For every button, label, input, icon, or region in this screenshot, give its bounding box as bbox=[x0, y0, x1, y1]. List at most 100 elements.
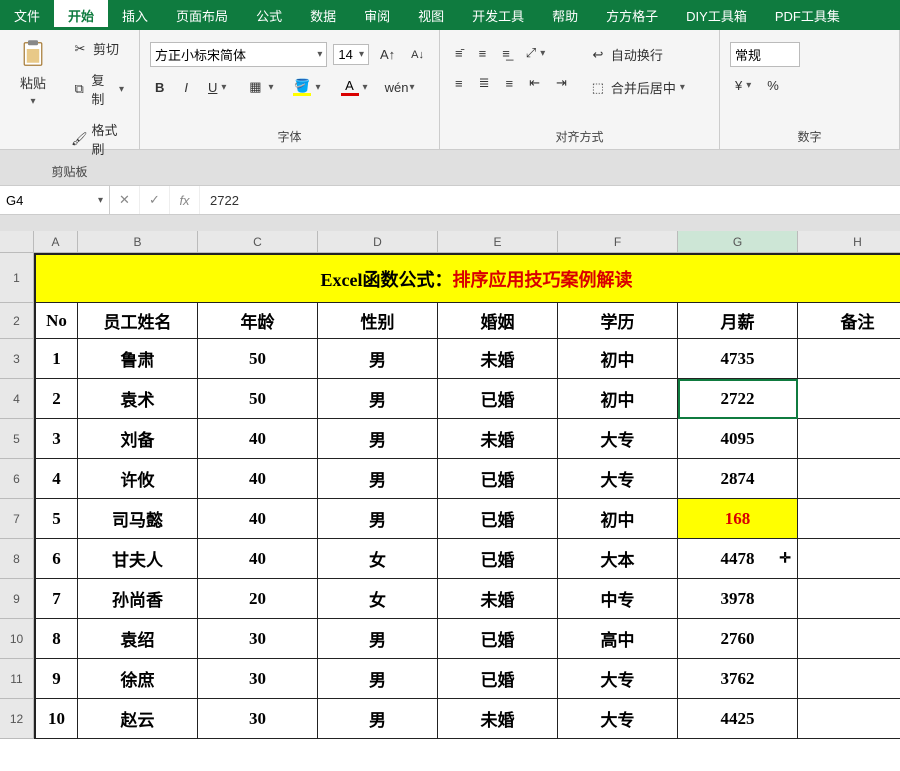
data-cell[interactable] bbox=[798, 339, 900, 379]
data-cell[interactable] bbox=[798, 619, 900, 659]
row-header[interactable]: 6 bbox=[0, 459, 34, 499]
data-cell[interactable] bbox=[798, 539, 900, 579]
row-header[interactable]: 12 bbox=[0, 699, 34, 739]
header-cell[interactable]: 年龄 bbox=[198, 303, 318, 339]
data-cell[interactable]: 孙尚香 bbox=[78, 579, 198, 619]
data-cell[interactable]: 男 bbox=[318, 459, 438, 499]
data-cell[interactable]: 8 bbox=[34, 619, 78, 659]
data-cell[interactable]: 大本 bbox=[558, 539, 678, 579]
paste-button[interactable]: 粘贴 ▾ bbox=[10, 36, 56, 108]
data-cell[interactable]: 徐庶 bbox=[78, 659, 198, 699]
header-cell[interactable]: 性别 bbox=[318, 303, 438, 339]
data-cell[interactable]: 30 bbox=[198, 659, 318, 699]
merge-center-button[interactable]: ⬚ 合并后居中 ▾ bbox=[584, 75, 690, 100]
align-right-button[interactable]: ≡ bbox=[501, 73, 519, 94]
confirm-button[interactable]: ✓ bbox=[140, 186, 170, 214]
row-header[interactable]: 5 bbox=[0, 419, 34, 459]
data-cell[interactable]: 4095 bbox=[678, 419, 798, 459]
data-cell[interactable]: 2722 bbox=[678, 379, 798, 419]
data-cell[interactable] bbox=[798, 659, 900, 699]
row-header[interactable]: 4 bbox=[0, 379, 34, 419]
currency-button[interactable]: ¥▾ bbox=[730, 75, 756, 96]
data-cell[interactable] bbox=[798, 419, 900, 459]
data-cell[interactable]: 男 bbox=[318, 379, 438, 419]
column-header[interactable]: C bbox=[198, 231, 318, 253]
menu-tab[interactable]: 审阅 bbox=[350, 0, 404, 30]
column-header[interactable]: E bbox=[438, 231, 558, 253]
decrease-indent-button[interactable]: ⇤ bbox=[524, 72, 545, 94]
menu-tab[interactable]: 帮助 bbox=[538, 0, 592, 30]
decrease-font-button[interactable]: A↓ bbox=[406, 46, 429, 64]
data-cell[interactable]: 司马懿 bbox=[78, 499, 198, 539]
copy-button[interactable]: ⧉ 复制 ▾ bbox=[66, 67, 129, 111]
data-cell[interactable]: 初中 bbox=[558, 339, 678, 379]
data-cell[interactable]: 已婚 bbox=[438, 459, 558, 499]
data-cell[interactable]: 30 bbox=[198, 699, 318, 739]
menu-tab[interactable]: DIY工具箱 bbox=[672, 0, 761, 30]
data-cell[interactable]: 2874 bbox=[678, 459, 798, 499]
data-cell[interactable]: 已婚 bbox=[438, 659, 558, 699]
select-all-corner[interactable] bbox=[0, 231, 34, 253]
data-cell[interactable]: 女 bbox=[318, 579, 438, 619]
data-cell[interactable]: 4478✛ bbox=[678, 539, 798, 579]
data-cell[interactable]: 已婚 bbox=[438, 539, 558, 579]
data-cell[interactable]: 袁术 bbox=[78, 379, 198, 419]
align-center-button[interactable]: ≣ bbox=[474, 72, 495, 94]
data-cell[interactable]: 初中 bbox=[558, 499, 678, 539]
data-cell[interactable]: 鲁肃 bbox=[78, 339, 198, 379]
data-cell[interactable]: 2760 bbox=[678, 619, 798, 659]
data-cell[interactable] bbox=[798, 379, 900, 419]
formula-input[interactable]: 2722 bbox=[200, 193, 900, 208]
menu-tab[interactable]: 视图 bbox=[404, 0, 458, 30]
row-header[interactable]: 11 bbox=[0, 659, 34, 699]
bold-button[interactable]: B bbox=[150, 77, 169, 98]
column-header[interactable]: H bbox=[798, 231, 900, 253]
header-cell[interactable]: 员工姓名 bbox=[78, 303, 198, 339]
increase-indent-button[interactable]: ⇥ bbox=[551, 72, 572, 94]
data-cell[interactable] bbox=[798, 579, 900, 619]
data-cell[interactable]: 许攸 bbox=[78, 459, 198, 499]
header-cell[interactable]: 备注 bbox=[798, 303, 900, 339]
data-cell[interactable]: 20 bbox=[198, 579, 318, 619]
data-cell[interactable]: 高中 bbox=[558, 619, 678, 659]
data-cell[interactable]: 40 bbox=[198, 539, 318, 579]
data-cell[interactable]: 3762 bbox=[678, 659, 798, 699]
data-cell[interactable]: 40 bbox=[198, 459, 318, 499]
orientation-button[interactable]: ⤢▾ bbox=[521, 42, 550, 64]
fx-button[interactable]: fx bbox=[170, 186, 200, 214]
font-size-select[interactable]: 14 ▾ bbox=[333, 44, 369, 65]
data-cell[interactable]: 168 bbox=[678, 499, 798, 539]
row-header[interactable]: 8 bbox=[0, 539, 34, 579]
border-button[interactable]: ▦▾ bbox=[241, 75, 278, 99]
row-header[interactable]: 10 bbox=[0, 619, 34, 659]
data-cell[interactable]: 9 bbox=[34, 659, 78, 699]
data-cell[interactable]: 7 bbox=[34, 579, 78, 619]
data-cell[interactable]: 4425 bbox=[678, 699, 798, 739]
align-top-button[interactable]: ≡̄ bbox=[450, 43, 468, 64]
percent-button[interactable]: % bbox=[762, 75, 784, 96]
data-cell[interactable]: 男 bbox=[318, 699, 438, 739]
data-cell[interactable]: 大专 bbox=[558, 699, 678, 739]
underline-button[interactable]: U▾ bbox=[203, 77, 231, 98]
data-cell[interactable]: 30 bbox=[198, 619, 318, 659]
menu-tab[interactable]: 开始 bbox=[54, 0, 108, 30]
data-cell[interactable]: 50 bbox=[198, 379, 318, 419]
data-cell[interactable]: 中专 bbox=[558, 579, 678, 619]
data-cell[interactable]: 袁绍 bbox=[78, 619, 198, 659]
header-cell[interactable]: No bbox=[34, 303, 78, 339]
wrap-text-button[interactable]: ↩ 自动换行 bbox=[584, 42, 690, 67]
menu-tab[interactable]: 方方格子 bbox=[592, 0, 672, 30]
column-header[interactable]: F bbox=[558, 231, 678, 253]
data-cell[interactable]: 未婚 bbox=[438, 339, 558, 379]
data-cell[interactable]: 男 bbox=[318, 499, 438, 539]
data-cell[interactable]: 初中 bbox=[558, 379, 678, 419]
data-cell[interactable]: 未婚 bbox=[438, 579, 558, 619]
align-bottom-button[interactable]: ≡̲ bbox=[497, 43, 515, 64]
column-header[interactable]: D bbox=[318, 231, 438, 253]
data-cell[interactable]: 6 bbox=[34, 539, 78, 579]
font-name-select[interactable]: 方正小标宋简体 ▾ bbox=[150, 42, 327, 67]
row-header[interactable]: 1 bbox=[0, 253, 34, 303]
align-middle-button[interactable]: ≡ bbox=[474, 43, 492, 64]
align-left-button[interactable]: ≡ bbox=[450, 73, 468, 94]
cut-button[interactable]: ✂ 剪切 bbox=[66, 36, 129, 61]
